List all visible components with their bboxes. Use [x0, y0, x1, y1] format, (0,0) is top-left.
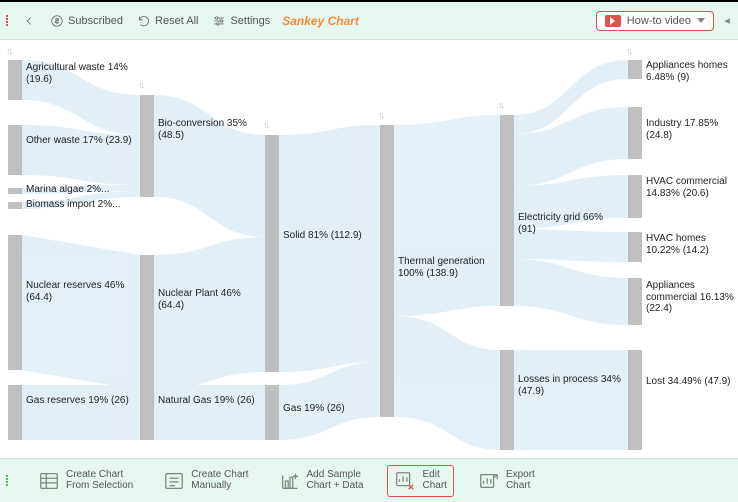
- edit-chart-button[interactable]: EditChart: [387, 465, 453, 497]
- sankey-node[interactable]: [8, 188, 22, 194]
- node-label: Nuclear Plant 46% (64.4): [158, 288, 268, 311]
- create-from-selection-button[interactable]: Create ChartFrom Selection: [32, 466, 139, 496]
- sankey-node[interactable]: [140, 95, 154, 197]
- chevron-down-icon: [697, 18, 705, 23]
- label: Manually: [191, 481, 248, 492]
- node-label: Gas 19% (26): [283, 403, 393, 415]
- node-label: Other waste 17% (23.9): [26, 135, 136, 147]
- sankey-node[interactable]: [628, 232, 642, 262]
- label: Create Chart: [191, 470, 248, 481]
- sankey-node[interactable]: [628, 60, 642, 79]
- settings-button[interactable]: Settings: [206, 10, 276, 32]
- add-sample-button[interactable]: Add SampleChart + Data: [273, 466, 370, 496]
- sankey-node[interactable]: [8, 385, 22, 440]
- export-icon: [478, 470, 500, 492]
- youtube-icon: [605, 15, 621, 27]
- export-chart-button[interactable]: ExportChart: [472, 466, 541, 496]
- sankey-node[interactable]: [628, 350, 642, 450]
- create-manually-button[interactable]: Create ChartManually: [157, 466, 254, 496]
- drag-handle-icon[interactable]: [6, 473, 12, 488]
- back-button[interactable]: [16, 10, 42, 32]
- collapse-panel-button[interactable]: ◂: [722, 14, 732, 27]
- sankey-node[interactable]: [8, 202, 22, 209]
- sankey-node[interactable]: [140, 255, 154, 390]
- reset-button[interactable]: Reset All: [131, 10, 204, 32]
- drag-handle-icon[interactable]: [6, 13, 12, 28]
- sort-column-4[interactable]: ↑↓: [498, 100, 503, 110]
- sankey-node[interactable]: [628, 175, 642, 218]
- sankey-node[interactable]: [500, 350, 514, 450]
- node-label: Marina algae 2%...: [26, 184, 136, 196]
- sort-column-2[interactable]: ↑↓: [263, 120, 268, 130]
- subscribed-button[interactable]: Subscribed: [44, 10, 129, 32]
- howto-video-button[interactable]: How-to video: [596, 11, 714, 31]
- sankey-node[interactable]: [8, 235, 22, 370]
- node-label: HVAC commercial 14.83% (20.6): [646, 176, 734, 199]
- label: Chart + Data: [307, 481, 364, 492]
- table-select-icon: [38, 470, 60, 492]
- node-label: Natural Gas 19% (26): [158, 395, 268, 407]
- reset-label: Reset All: [155, 15, 198, 27]
- chart-plus-icon: [279, 470, 301, 492]
- node-label: Solid 81% (112.9): [283, 230, 393, 242]
- label: Add Sample: [307, 470, 364, 481]
- subscribed-label: Subscribed: [68, 15, 123, 27]
- node-label: Nuclear reserves 46% (64.4): [26, 280, 136, 303]
- sort-column-5[interactable]: ↑↓: [626, 46, 631, 56]
- sort-column-0[interactable]: ↑↓: [6, 46, 11, 56]
- node-label: Biomass import 2%...: [26, 199, 141, 211]
- node-label: Agricultural waste 14% (19.6): [26, 62, 136, 85]
- arrow-left-icon: [22, 14, 36, 28]
- sort-column-1[interactable]: ↑↓: [138, 80, 143, 90]
- node-label: Electricity grid 66% (91): [518, 212, 623, 235]
- sort-column-3[interactable]: ↑↓: [378, 110, 383, 120]
- sankey-node[interactable]: [265, 385, 279, 440]
- label: Create Chart: [66, 470, 133, 481]
- node-label: Appliances homes 6.48% (9): [646, 60, 734, 83]
- sankey-node[interactable]: [265, 135, 279, 372]
- sankey-node[interactable]: [500, 115, 514, 306]
- dollar-circle-icon: [50, 14, 64, 28]
- node-label: Industry 17.85% (24.8): [646, 118, 734, 141]
- label: Chart: [422, 481, 446, 492]
- sankey-chart: ↑↓ Agricultural waste 14% (19.6) Other w…: [0, 40, 738, 458]
- node-label: Bio-conversion 35% (48.5): [158, 118, 268, 141]
- bottom-toolbar: Create ChartFrom Selection Create ChartM…: [0, 458, 738, 502]
- sankey-node[interactable]: [628, 278, 642, 325]
- top-toolbar: Subscribed Reset All Settings Sankey Cha…: [0, 2, 738, 40]
- chart-title: Sankey Chart: [282, 14, 359, 28]
- sankey-node[interactable]: [140, 385, 154, 440]
- sankey-node[interactable]: [8, 60, 22, 100]
- edit-chart-icon: [394, 470, 416, 492]
- sankey-node[interactable]: [380, 125, 394, 417]
- node-label: Thermal generation 100% (138.9): [398, 256, 508, 279]
- node-label: Losses in process 34% (47.9): [518, 374, 623, 397]
- settings-label: Settings: [230, 15, 270, 27]
- label: Edit: [422, 470, 446, 481]
- list-icon: [163, 470, 185, 492]
- undo-icon: [137, 14, 151, 28]
- sliders-icon: [212, 14, 226, 28]
- label: Chart: [506, 481, 535, 492]
- sankey-node[interactable]: [8, 125, 22, 175]
- node-label: HVAC homes 10.22% (14.2): [646, 233, 734, 256]
- node-label: Appliances commercial 16.13% (22.4): [646, 280, 734, 315]
- howto-label: How-to video: [627, 15, 691, 27]
- node-label: Gas reserves 19% (26): [26, 395, 136, 407]
- node-label: Lost 34.49% (47.9): [646, 376, 734, 388]
- sankey-node[interactable]: [628, 107, 642, 159]
- label: From Selection: [66, 481, 133, 492]
- label: Export: [506, 470, 535, 481]
